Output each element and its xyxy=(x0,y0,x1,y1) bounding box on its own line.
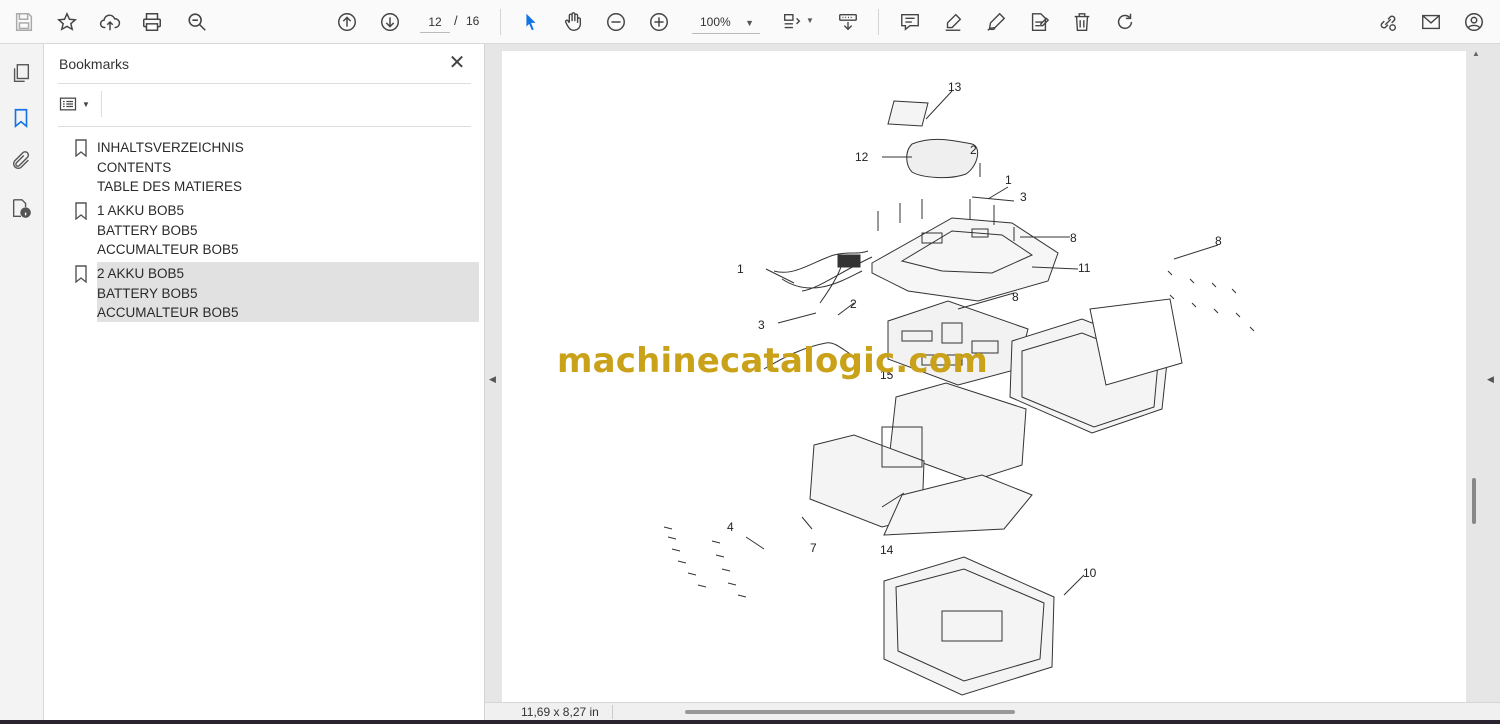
bookmark-line: ACCUMALTEUR BOB5 xyxy=(97,242,239,258)
callout-label: 8 xyxy=(1215,234,1222,248)
share-link-icon[interactable] xyxy=(1374,8,1402,36)
callout-label: 11 xyxy=(1078,261,1091,275)
stamp-edit-icon[interactable] xyxy=(1025,8,1053,36)
navigation-rail xyxy=(0,44,44,720)
callout-label: 1 xyxy=(737,262,744,276)
save-icon[interactable] xyxy=(10,8,38,36)
scrollbar-thumb[interactable] xyxy=(1472,478,1476,524)
select-cursor-icon[interactable] xyxy=(517,8,545,36)
bookmark-line: CONTENTS xyxy=(97,159,172,175)
zoom-value: 100% xyxy=(700,15,731,29)
chevron-down-icon[interactable]: ▼ xyxy=(806,16,814,25)
callout-label: 7 xyxy=(810,541,817,555)
bookmark-line: ACCUMALTEUR BOB5 xyxy=(97,305,239,321)
comment-icon[interactable] xyxy=(896,8,924,36)
bookmark-line: 1 AKKU BOB5 xyxy=(97,203,185,218)
callout-label: 2 xyxy=(970,143,977,157)
divider xyxy=(58,126,471,127)
divider xyxy=(58,83,471,84)
print-icon[interactable] xyxy=(138,8,166,36)
bookmark-icon xyxy=(75,265,87,283)
bookmark-line: BATTERY BOB5 xyxy=(97,222,198,238)
attachment-icon[interactable] xyxy=(8,148,34,174)
callout-label: 4 xyxy=(727,520,734,534)
bookmark-icon xyxy=(75,139,87,157)
list-options-icon xyxy=(59,97,77,111)
taskbar-strip xyxy=(0,720,1500,724)
highlight-pen-icon[interactable] xyxy=(939,8,967,36)
bookmark-line: INHALTSVERZEICHNIS xyxy=(97,140,244,155)
scroll-up-icon[interactable]: ▲ xyxy=(1472,49,1480,58)
bookmark-label: 2 AKKU BOB5 BATTERY BOB5 ACCUMALTEUR BOB… xyxy=(97,264,239,323)
close-icon[interactable]: ✕ xyxy=(446,52,468,74)
trash-icon[interactable] xyxy=(1068,8,1096,36)
callout-label: 8 xyxy=(1070,231,1077,245)
page-number-input[interactable] xyxy=(420,11,450,33)
fit-page-icon[interactable] xyxy=(778,8,806,36)
bookmark-line: TABLE DES MATIERES xyxy=(97,179,243,195)
document-properties-icon[interactable] xyxy=(8,195,34,221)
bookmarks-panel: Bookmarks ✕ ▼ INHALTSVERZEICHNIS CONTENT… xyxy=(44,44,485,720)
divider xyxy=(612,705,613,719)
bookmark-line: 2 AKKU BOB5 xyxy=(97,266,185,281)
callout-label: 13 xyxy=(948,80,962,94)
zoom-select[interactable]: 100% ▼ xyxy=(692,10,760,34)
bookmark-line: BATTERY BOB5 xyxy=(97,285,198,301)
hand-tool-icon[interactable] xyxy=(559,8,587,36)
status-bar: 11,69 x 8,27 in xyxy=(485,702,1500,720)
callout-label: 3 xyxy=(758,318,765,332)
page-separator: / xyxy=(454,13,458,28)
draw-icon[interactable] xyxy=(982,8,1010,36)
previous-page-icon[interactable] xyxy=(333,8,361,36)
bookmark-label: INHALTSVERZEICHNIS CONTENTS TABLE DES MA… xyxy=(97,138,244,197)
bookmark-icon xyxy=(75,202,87,220)
toolbar-divider xyxy=(878,9,879,35)
collapse-left-panel-icon[interactable]: ◀ xyxy=(489,374,496,385)
zoom-out-icon[interactable] xyxy=(602,8,630,36)
panel-title: Bookmarks xyxy=(59,56,130,72)
vertical-scrollbar[interactable] xyxy=(1468,44,1480,702)
callout-label: 14 xyxy=(880,543,894,557)
zoom-search-icon[interactable] xyxy=(183,8,211,36)
divider xyxy=(101,91,102,117)
callout-label: 10 xyxy=(1083,566,1097,580)
cloud-upload-icon[interactable] xyxy=(96,8,124,36)
pages-icon[interactable] xyxy=(8,60,34,86)
scroll-mode-icon[interactable] xyxy=(834,8,862,36)
toolbar-divider xyxy=(500,9,501,35)
bookmark-icon[interactable] xyxy=(8,105,34,131)
star-icon[interactable] xyxy=(53,8,81,36)
callout-label: 8 xyxy=(1012,290,1019,304)
watermark-text: machinecatalogic.com xyxy=(557,341,988,381)
email-icon[interactable] xyxy=(1417,8,1445,36)
page-size-label: 11,69 x 8,27 in xyxy=(521,705,599,719)
chevron-down-icon: ▼ xyxy=(82,99,90,109)
toolbar: / 16 100% ▼ ▼ xyxy=(0,0,1500,44)
rotate-icon[interactable] xyxy=(1111,8,1139,36)
bookmark-options-button[interactable]: ▼ xyxy=(58,93,96,115)
zoom-in-icon[interactable] xyxy=(645,8,673,36)
chevron-down-icon: ▼ xyxy=(745,18,754,28)
callout-label: 2 xyxy=(850,297,857,311)
account-icon[interactable] xyxy=(1460,8,1488,36)
callout-label: 1 xyxy=(1005,173,1012,187)
horizontal-scrollbar[interactable] xyxy=(685,710,1015,714)
next-page-icon[interactable] xyxy=(376,8,404,36)
callout-label: 3 xyxy=(1020,190,1027,204)
page-total: 16 xyxy=(466,14,480,28)
bookmark-label: 1 AKKU BOB5 BATTERY BOB5 ACCUMALTEUR BOB… xyxy=(97,201,239,260)
expand-right-panel-icon[interactable]: ◀ xyxy=(1487,374,1494,385)
callout-label: 12 xyxy=(855,150,869,164)
